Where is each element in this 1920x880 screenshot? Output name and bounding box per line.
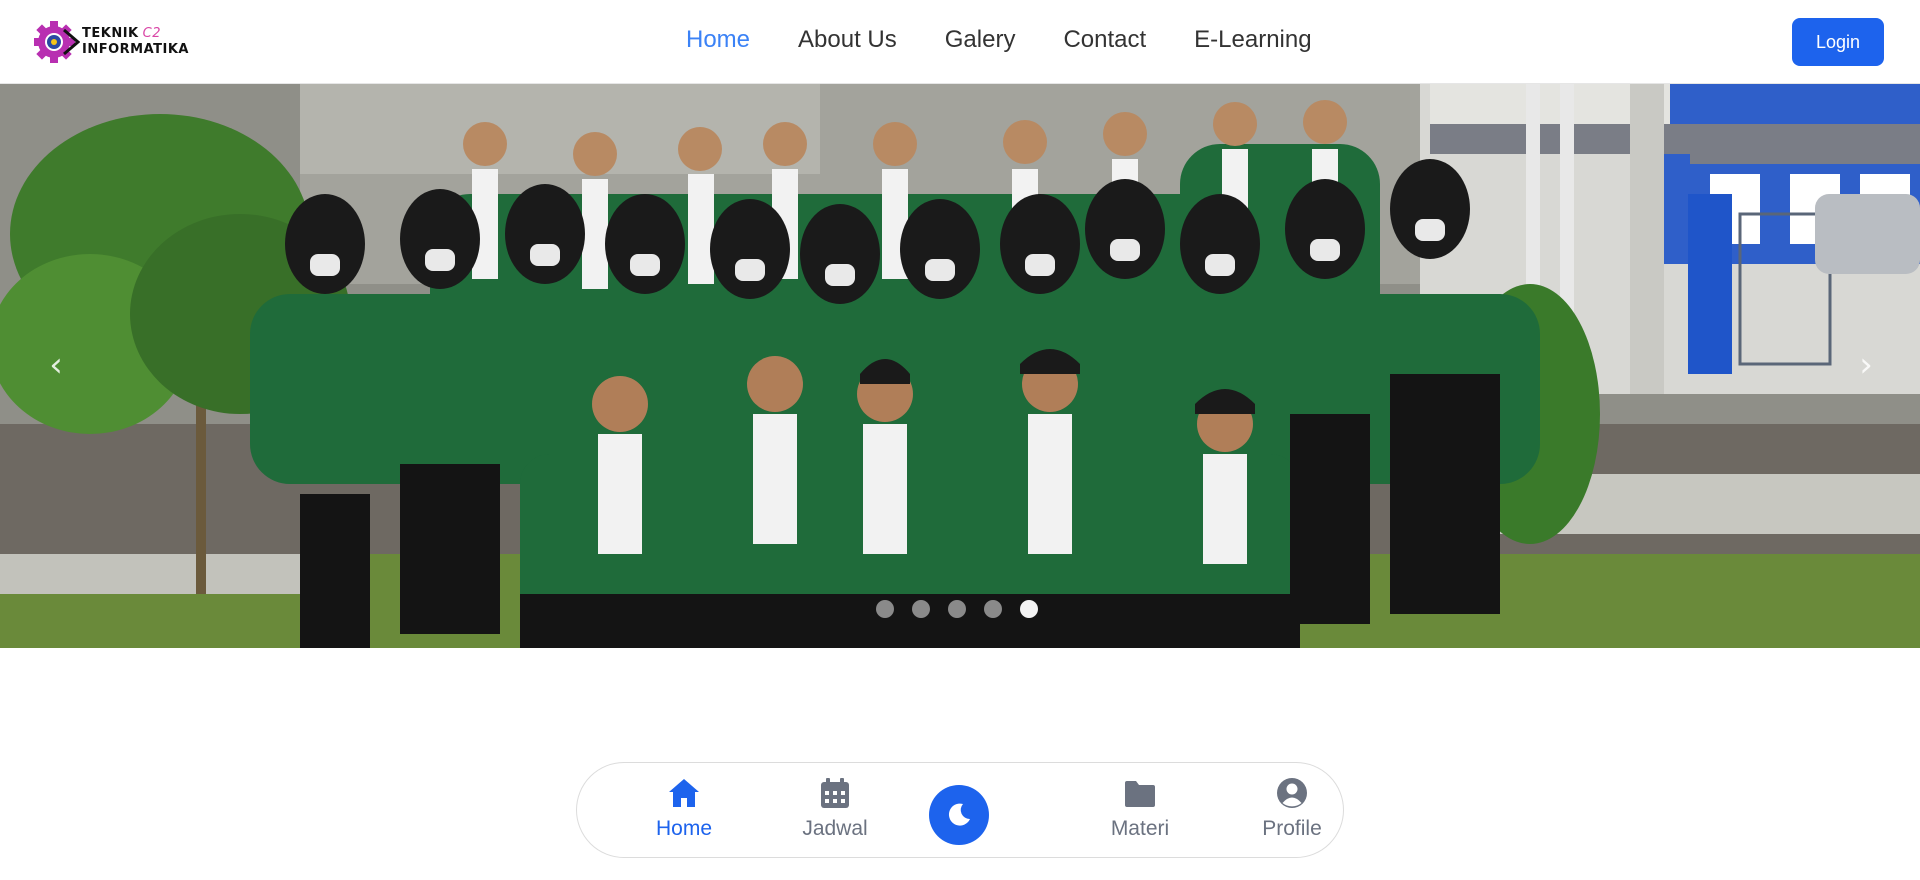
bottom-nav-materi[interactable]: Materi <box>1085 775 1195 841</box>
brand-logo[interactable]: TEKNIK C2 INFORMATIKA <box>34 20 189 64</box>
nav-home[interactable]: Home <box>686 26 750 54</box>
nav-about-us[interactable]: About Us <box>798 26 897 54</box>
carousel-indicator[interactable] <box>912 600 930 618</box>
theme-toggle-button[interactable] <box>929 785 989 845</box>
nav-e-learning[interactable]: E-Learning <box>1194 26 1311 54</box>
bottom-nav: Home Jadwal Materi Profile <box>576 762 1344 858</box>
user-circle-icon <box>1277 778 1307 808</box>
bottom-nav-home-label: Home <box>655 817 713 840</box>
hero-carousel: ‹ › <box>0 84 1920 648</box>
carousel-indicator[interactable] <box>876 600 894 618</box>
folder-icon <box>1125 781 1155 807</box>
login-button[interactable]: Login <box>1792 18 1884 66</box>
bottom-nav-jadwal-label: Jadwal <box>802 817 868 840</box>
calendar-icon <box>821 778 849 808</box>
group-photo-image <box>0 84 1920 648</box>
bottom-nav-materi-label: Materi <box>1110 817 1170 840</box>
nav-galery[interactable]: Galery <box>945 26 1016 54</box>
carousel-next-button[interactable]: › <box>1846 340 1886 390</box>
carousel-indicator[interactable] <box>984 600 1002 618</box>
home-icon <box>669 779 699 807</box>
carousel-prev-button[interactable]: ‹ <box>36 340 76 390</box>
brand-text: TEKNIK C2 INFORMATIKA <box>82 26 189 58</box>
carousel-indicator-active[interactable] <box>1020 600 1038 618</box>
moon-icon <box>948 803 970 826</box>
gear-logo-icon <box>34 21 80 63</box>
main-nav: Home About Us Galery Contact E-Learning <box>686 26 1360 54</box>
bottom-nav-home[interactable]: Home <box>629 775 739 841</box>
carousel-indicator[interactable] <box>948 600 966 618</box>
top-header: TEKNIK C2 INFORMATIKA Home About Us Galer… <box>0 0 1920 84</box>
bottom-nav-profile[interactable]: Profile <box>1237 775 1347 841</box>
nav-contact[interactable]: Contact <box>1063 26 1146 54</box>
bottom-nav-profile-label: Profile <box>1262 817 1322 840</box>
bottom-nav-jadwal[interactable]: Jadwal <box>780 775 890 841</box>
carousel-indicators <box>876 600 1038 618</box>
brand-line1: TEKNIK <box>82 26 139 41</box>
brand-line2: INFORMATIKA <box>82 42 189 57</box>
brand-line1-suffix: C2 <box>142 26 161 41</box>
